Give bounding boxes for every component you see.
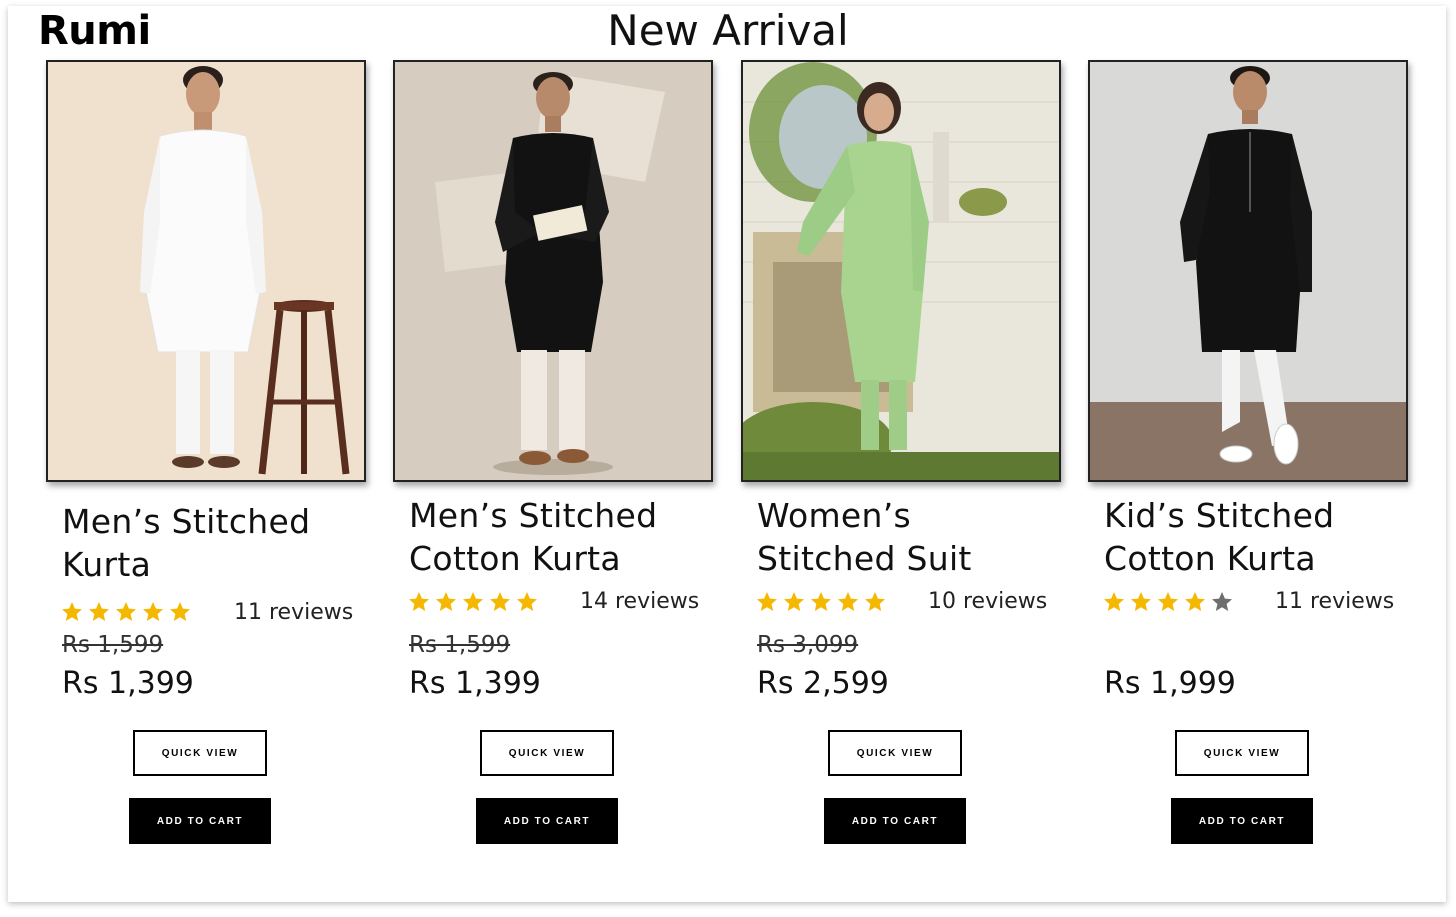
- product-name-line2: Stitched Suit: [757, 539, 972, 578]
- sale-price: Rs 2,599: [757, 666, 889, 701]
- old-price: Rs 1,599: [62, 632, 164, 658]
- reviews-count[interactable]: 10 reviews: [928, 589, 1047, 614]
- sale-price: Rs 1,999: [1104, 666, 1236, 701]
- star-filled-icon: [1158, 592, 1178, 611]
- rating-stars: [407, 590, 539, 614]
- star-filled-icon: [1104, 592, 1124, 611]
- star-filled-icon: [89, 602, 109, 621]
- star-filled-icon: [409, 592, 429, 611]
- star-filled-icon: [838, 592, 858, 611]
- product-name-line2: Kurta: [62, 545, 152, 584]
- star-filled-icon: [436, 592, 456, 611]
- quick-view-button[interactable]: QUICK VIEW: [480, 730, 614, 776]
- reviews-count[interactable]: 11 reviews: [1275, 589, 1394, 614]
- star-filled-icon: [517, 592, 537, 611]
- reviews-count[interactable]: 14 reviews: [580, 589, 699, 614]
- star-filled-icon: [784, 592, 804, 611]
- product-image[interactable]: [393, 60, 713, 482]
- star-filled-icon: [1131, 592, 1151, 611]
- star-filled-icon: [490, 592, 510, 611]
- product-image[interactable]: [741, 60, 1061, 482]
- rating-stars: [60, 600, 192, 624]
- star-filled-icon: [1185, 592, 1205, 611]
- product-name[interactable]: Kid’s Stitched Cotton Kurta: [1104, 494, 1404, 580]
- quick-view-button[interactable]: QUICK VIEW: [133, 730, 267, 776]
- rating-stars: [1102, 590, 1234, 614]
- product-card[interactable]: Men’s Stitched Kurta 11 reviews Rs 1,599…: [46, 60, 366, 860]
- add-to-cart-button[interactable]: ADD TO CART: [476, 798, 618, 844]
- old-price: Rs 1,599: [409, 632, 511, 658]
- product-card[interactable]: Women’s Stitched Suit 10 reviews Rs 3,09…: [741, 60, 1061, 860]
- product-name[interactable]: Men’s Stitched Cotton Kurta: [409, 494, 709, 580]
- quick-view-button[interactable]: QUICK VIEW: [828, 730, 962, 776]
- product-image[interactable]: [1088, 60, 1408, 482]
- star-filled-icon: [811, 592, 831, 611]
- quick-view-button[interactable]: QUICK VIEW: [1175, 730, 1309, 776]
- add-to-cart-button[interactable]: ADD TO CART: [129, 798, 271, 844]
- product-image[interactable]: [46, 60, 366, 482]
- product-name[interactable]: Women’s Stitched Suit: [757, 494, 1057, 580]
- product-name-line1: Women’s: [757, 496, 912, 535]
- star-empty-icon: [1212, 592, 1232, 611]
- star-filled-icon: [463, 592, 483, 611]
- add-to-cart-button[interactable]: ADD TO CART: [1171, 798, 1313, 844]
- star-filled-icon: [757, 592, 777, 611]
- product-name[interactable]: Men’s Stitched Kurta: [62, 500, 362, 586]
- product-name-line1: Kid’s Stitched: [1104, 496, 1335, 535]
- product-name-line1: Men’s Stitched: [409, 496, 658, 535]
- product-name-line2: Cotton Kurta: [409, 539, 621, 578]
- product-name-line2: Cotton Kurta: [1104, 539, 1316, 578]
- star-filled-icon: [116, 602, 136, 621]
- star-filled-icon: [62, 602, 82, 621]
- product-card[interactable]: Men’s Stitched Cotton Kurta 14 reviews R…: [393, 60, 713, 860]
- product-card[interactable]: Kid’s Stitched Cotton Kurta 11 reviews R…: [1088, 60, 1408, 860]
- sale-price: Rs 1,399: [62, 666, 194, 701]
- reviews-count[interactable]: 11 reviews: [234, 600, 353, 625]
- product-name-line1: Men’s Stitched: [62, 502, 311, 541]
- rating-stars: [755, 590, 887, 614]
- star-filled-icon: [143, 602, 163, 621]
- sale-price: Rs 1,399: [409, 666, 541, 701]
- old-price: Rs 3,099: [757, 632, 859, 658]
- add-to-cart-button[interactable]: ADD TO CART: [824, 798, 966, 844]
- star-filled-icon: [170, 602, 190, 621]
- star-filled-icon: [865, 592, 885, 611]
- page-title: New Arrival: [607, 6, 849, 55]
